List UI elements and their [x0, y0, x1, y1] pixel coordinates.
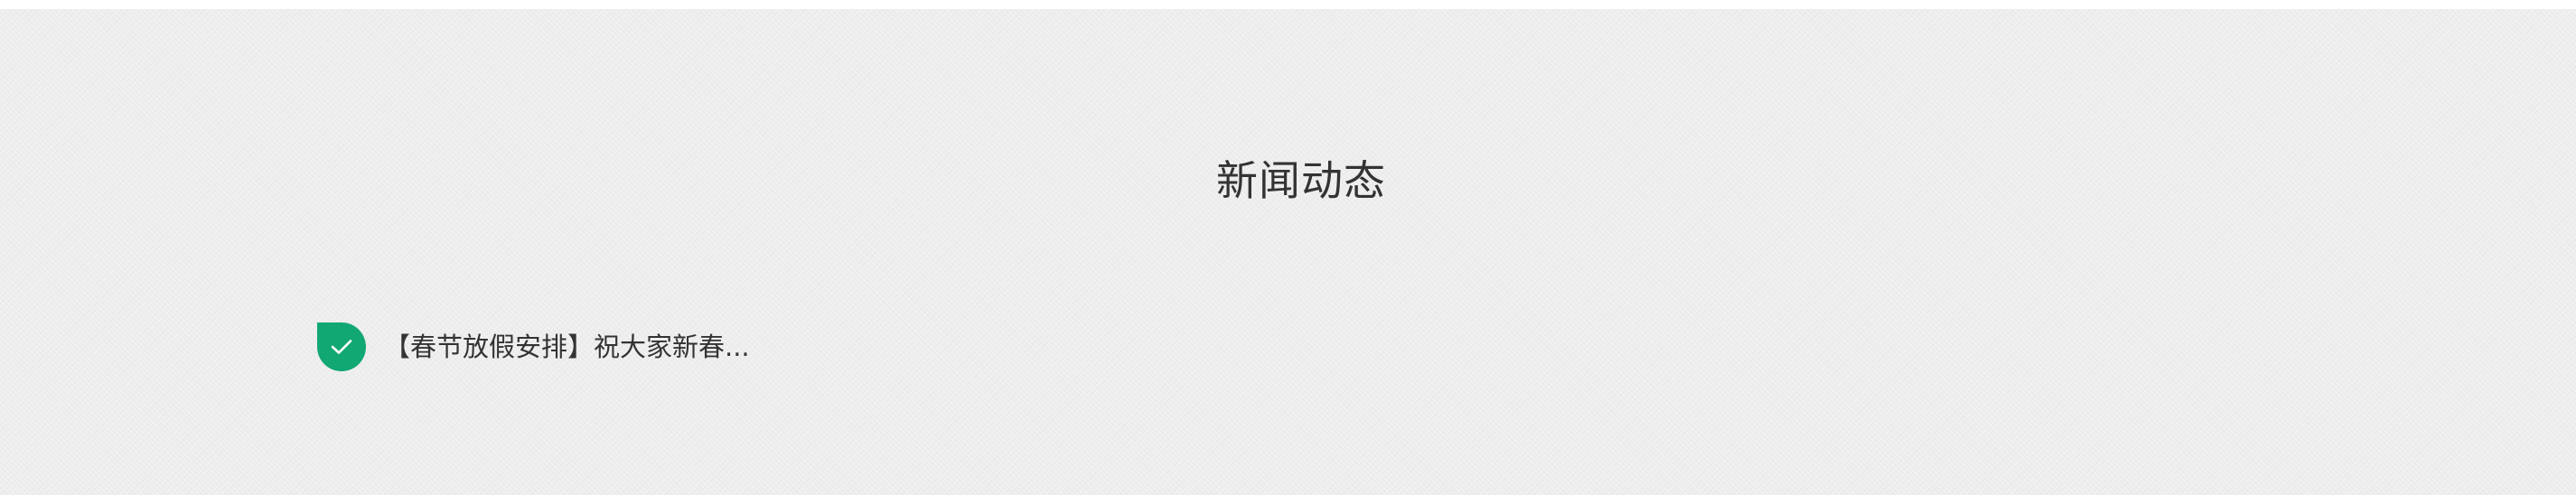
news-section: 新闻动态 【春节放假安排】祝大家新春... — [0, 9, 2576, 495]
news-item[interactable]: 【春节放假安排】祝大家新春... — [317, 322, 750, 372]
checkmark-icon — [331, 340, 352, 354]
section-title: 新闻动态 — [1216, 156, 1386, 205]
check-badge-icon — [317, 322, 366, 371]
news-list: 【春节放假安排】祝大家新春... — [317, 322, 750, 372]
news-item-title[interactable]: 【春节放假安排】祝大家新春... — [384, 329, 750, 365]
